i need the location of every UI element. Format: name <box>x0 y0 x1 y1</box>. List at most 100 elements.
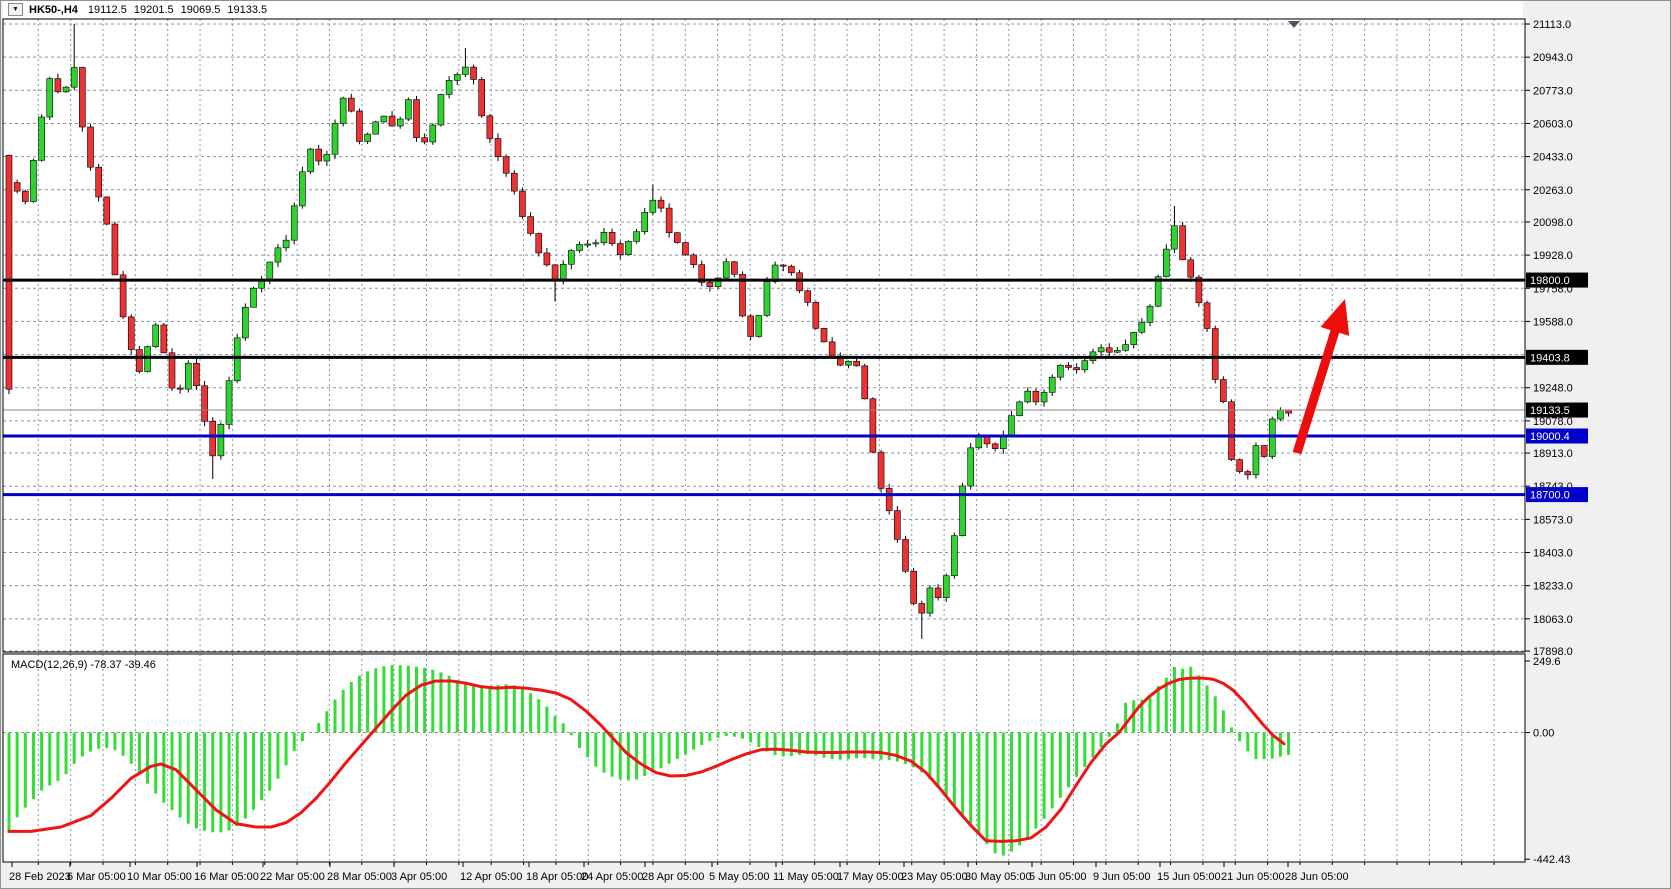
macd-histogram-bar <box>1287 733 1290 755</box>
candle-body <box>935 588 941 598</box>
candle-body <box>487 116 493 139</box>
macd-histogram-bar <box>602 733 605 773</box>
candle-body <box>748 316 754 337</box>
candle-body <box>373 122 379 134</box>
candle-body <box>943 576 949 598</box>
macd-histogram-bar <box>855 733 858 759</box>
macd-histogram-bar <box>146 733 149 784</box>
candle-body <box>430 125 436 142</box>
candle-body <box>1204 303 1210 329</box>
candle-body <box>1188 260 1194 277</box>
candle-body <box>878 452 884 488</box>
candle-body <box>503 157 509 173</box>
date-tick-label: 15 Jun 05:00 <box>1157 871 1221 883</box>
candle-body <box>927 588 933 613</box>
macd-histogram-bar <box>1263 733 1266 760</box>
candle-body <box>332 123 338 154</box>
candle-body <box>829 342 835 356</box>
candle-body <box>625 241 631 254</box>
macd-histogram-bar <box>1206 686 1209 733</box>
price-tick-label: 20773.0 <box>1533 85 1573 97</box>
candle-body <box>356 111 362 141</box>
candle-body <box>519 191 525 216</box>
date-tick-label: 28 Jun 05:00 <box>1285 871 1349 883</box>
candle-body <box>1033 391 1039 402</box>
candle-body <box>316 149 322 161</box>
macd-histogram-bar <box>350 682 353 732</box>
candle-body <box>414 100 420 138</box>
candle-body <box>251 288 257 307</box>
macd-histogram-bar <box>1254 733 1257 760</box>
candle-body <box>617 244 623 255</box>
candle-body <box>911 571 917 603</box>
macd-histogram-bar <box>472 686 475 732</box>
candle-body <box>454 74 460 80</box>
candle-body <box>1171 226 1177 249</box>
candle-body <box>55 79 61 92</box>
price-tick-label: 19248.0 <box>1533 383 1573 395</box>
macd-histogram-bar <box>1197 675 1200 732</box>
macd-histogram-bar <box>366 671 369 732</box>
candle-body <box>886 488 892 510</box>
macd-histogram-bar <box>211 733 214 833</box>
candle-body <box>30 160 36 201</box>
date-tick-label: 9 Jun 05:00 <box>1093 871 1151 883</box>
macd-histogram-bar <box>1279 733 1282 757</box>
macd-histogram-bar <box>56 733 59 781</box>
macd-histogram-bar <box>937 733 940 788</box>
macd-histogram-bar <box>1222 710 1225 732</box>
macd-histogram-bar <box>81 733 84 757</box>
candle-body <box>813 302 819 328</box>
price-tick-label: 18573.0 <box>1533 514 1573 526</box>
macd-histogram-bar <box>195 733 198 829</box>
candle-body <box>202 386 208 422</box>
candle-body <box>242 307 248 338</box>
macd-histogram-bar <box>252 733 255 810</box>
macd-histogram-bar <box>488 687 491 733</box>
macd-panel-bg <box>3 654 1525 862</box>
macd-histogram-bar <box>562 723 565 732</box>
macd-histogram-bar <box>1083 733 1086 767</box>
macd-histogram-bar <box>171 733 174 811</box>
symbol-period-label: HK50-,H4 <box>29 4 78 16</box>
macd-histogram-bar <box>660 733 663 769</box>
candle-body <box>96 167 102 197</box>
candle-body <box>1163 249 1169 277</box>
macd-histogram-bar <box>635 733 638 780</box>
candle-body <box>1180 226 1186 260</box>
candle-body <box>1245 472 1251 475</box>
date-tick-label: 11 May 05:00 <box>773 871 839 883</box>
macd-histogram-bar <box>203 733 206 831</box>
candle-body <box>1066 365 1072 367</box>
macd-histogram-bar <box>1173 667 1176 732</box>
macd-histogram-bar <box>219 733 222 833</box>
candle-body <box>1082 361 1088 370</box>
candle-body <box>112 224 118 275</box>
candle-body <box>14 183 20 192</box>
macd-histogram-bar <box>888 733 891 761</box>
macd-histogram-bar <box>113 733 116 751</box>
trading-chart-canvas[interactable]: 21113.020943.020773.020603.020433.020263… <box>1 1 1671 889</box>
candle-body <box>805 291 811 303</box>
macd-histogram-bar <box>953 733 956 806</box>
macd-histogram-bar <box>1100 733 1103 748</box>
macd-histogram-bar <box>961 733 964 815</box>
candle-body <box>552 265 558 280</box>
close-value: 19133.5 <box>227 4 267 16</box>
candle-body <box>682 243 688 255</box>
macd-histogram-bar <box>994 733 997 854</box>
candle-body <box>381 116 387 122</box>
macd-histogram-bar <box>301 733 304 742</box>
macd-histogram-bar <box>293 733 296 751</box>
macd-histogram-bar <box>578 733 581 748</box>
macd-histogram-bar <box>1091 733 1094 758</box>
macd-histogram-bar <box>708 733 711 741</box>
price-tick-label: 19078.0 <box>1533 416 1573 428</box>
macd-histogram-bar <box>162 733 165 803</box>
macd-histogram-bar <box>89 733 92 752</box>
candle-body <box>1008 416 1014 435</box>
macd-histogram-bar <box>1214 696 1217 732</box>
date-tick-label: 28 Feb 2023 <box>9 871 71 883</box>
collapse-chart-button[interactable]: ▼ <box>8 3 23 16</box>
candle-body <box>88 127 94 167</box>
